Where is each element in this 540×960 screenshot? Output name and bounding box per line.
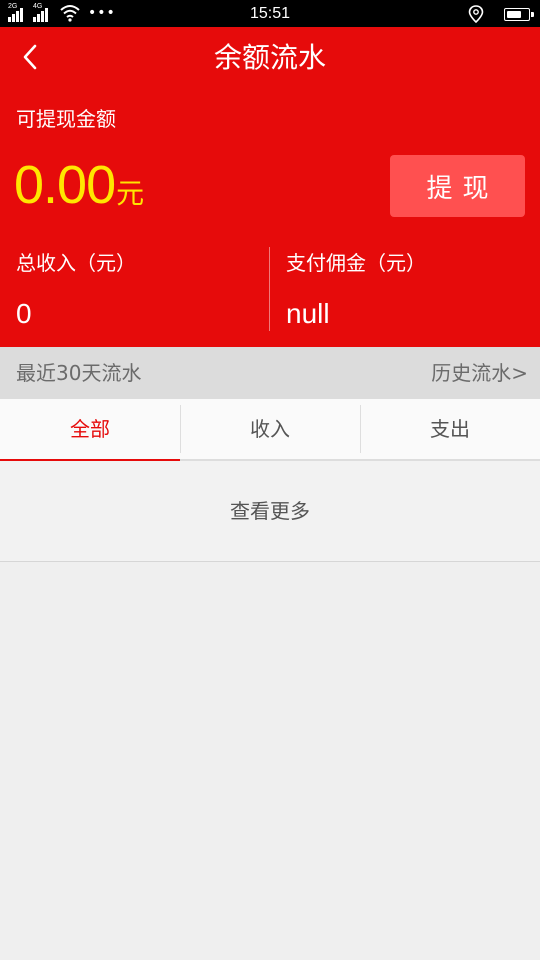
balance-header: 余额流水 可提现金额 0.00元 提现 总收入（元） 0 支付佣金（元） nul… — [0, 27, 540, 347]
total-income-stat: 总收入（元） 0 — [16, 249, 136, 331]
tab-all[interactable]: 全部 — [0, 399, 180, 461]
battery-level-fill — [507, 10, 521, 18]
available-balance-value: 0.00 — [14, 155, 116, 215]
stats-divider — [269, 247, 270, 331]
flow-tabs: 全部 收入 支出 — [0, 399, 540, 461]
commission-value: null — [286, 298, 330, 329]
recent-flow-bar: 最近30天流水 历史流水> — [0, 347, 540, 399]
tab-expense[interactable]: 支出 — [360, 399, 540, 459]
location-pin-icon — [468, 5, 484, 23]
withdraw-button[interactable]: 提现 — [390, 155, 525, 217]
page-title: 余额流水 — [213, 41, 326, 74]
currency-unit: 元 — [116, 177, 145, 210]
recent-flow-title: 最近30天流水 — [16, 361, 142, 385]
status-bar-right — [468, 5, 534, 23]
view-more-button[interactable]: 查看更多 — [0, 461, 540, 562]
commission-label: 支付佣金（元） — [286, 251, 426, 275]
available-balance-amount: 0.00元 — [14, 155, 144, 215]
history-flow-link[interactable]: 历史流水> — [431, 347, 528, 399]
total-income-value: 0 — [16, 298, 32, 329]
available-balance-label: 可提现金额 — [16, 107, 116, 131]
commission-stat: 支付佣金（元） null — [286, 249, 426, 331]
total-income-label: 总收入（元） — [16, 251, 136, 275]
battery-icon — [504, 7, 534, 21]
status-time: 15:51 — [249, 5, 291, 22]
status-bar: 2G 4G ••• 15:51 — [0, 0, 540, 27]
tab-income[interactable]: 收入 — [180, 399, 360, 459]
